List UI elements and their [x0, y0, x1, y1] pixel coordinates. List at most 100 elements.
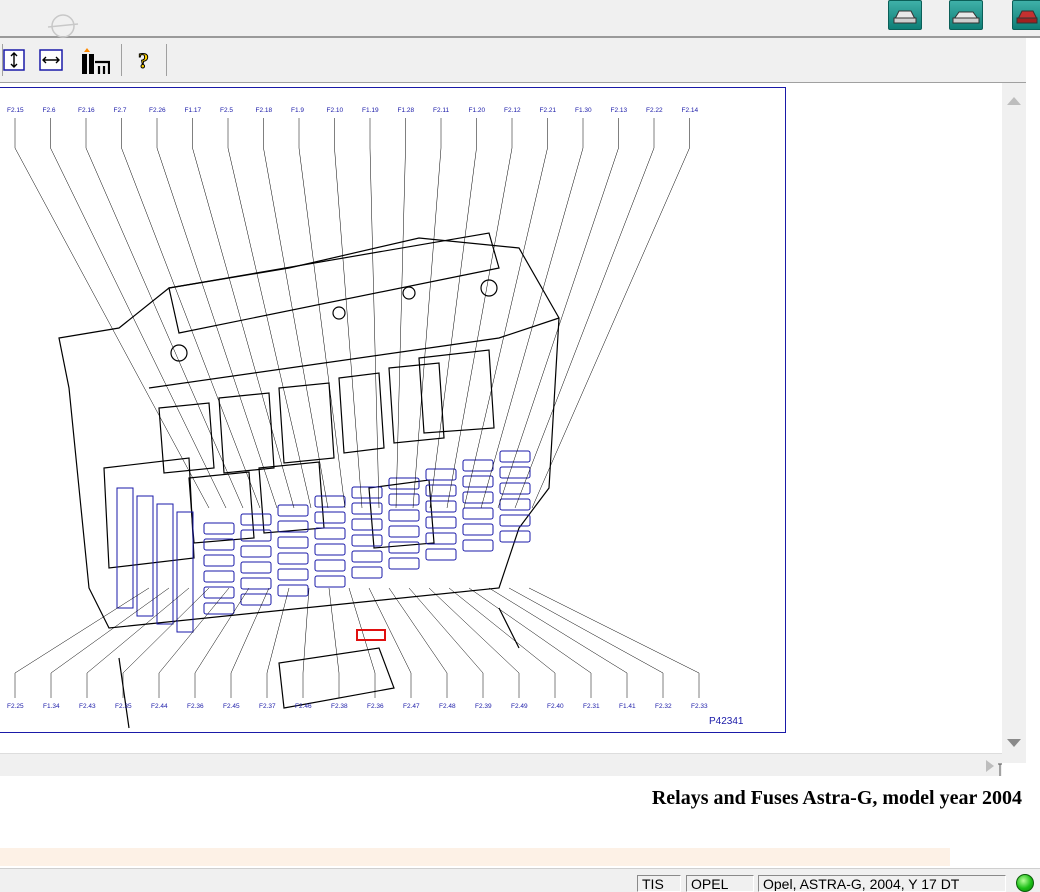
fuse-label-top: F2.13: [611, 107, 628, 114]
car-side-button[interactable]: [949, 0, 983, 30]
fuse-slot[interactable]: [351, 502, 383, 515]
fuse-slot[interactable]: [425, 468, 457, 481]
fuse-label-bottom: F2.43: [79, 703, 96, 710]
fuse-slot[interactable]: [203, 570, 235, 583]
fuse-slot[interactable]: [277, 504, 309, 517]
fuse-slot[interactable]: [351, 534, 383, 547]
fuse-slot[interactable]: [499, 466, 531, 479]
fuse-slot[interactable]: [314, 527, 346, 540]
fuse-slot[interactable]: [314, 575, 346, 588]
callout-line: [86, 587, 190, 674]
fuse-slot[interactable]: [351, 550, 383, 563]
fuse-slot[interactable]: [240, 577, 272, 590]
fuse-slot[interactable]: [277, 536, 309, 549]
fuse-slot[interactable]: [351, 566, 383, 579]
fuse-box-diagram: F2.15 F2.6 F2.16 F2.7 F2.26 F1.17 F2.5 F2.18 F1.…: [7, 107, 744, 729]
fuse-slot[interactable]: [425, 532, 457, 545]
maxi-fuse-slot[interactable]: [116, 487, 134, 609]
fuse-label-top: F1.20: [469, 107, 486, 114]
fuse-slot[interactable]: [462, 507, 494, 520]
callout-line: [388, 587, 448, 674]
fuse-slot[interactable]: [425, 548, 457, 561]
fuse-slot[interactable]: [425, 516, 457, 529]
car-front-icon: [893, 10, 917, 24]
fuse-slot[interactable]: [240, 561, 272, 574]
fuse-slot[interactable]: [314, 543, 346, 556]
fuse-slot[interactable]: [277, 568, 309, 581]
fuse-slot[interactable]: [462, 539, 494, 552]
maxi-fuse-slot[interactable]: [176, 511, 194, 633]
status-brand: OPEL: [686, 875, 754, 892]
callout-line: [194, 587, 250, 674]
fuse-label-top: F1.19: [362, 107, 379, 114]
fuse-label-top: F2.12: [504, 107, 521, 114]
fuse-label-top: F2.21: [540, 107, 557, 114]
fuse-label-top: F2.5: [220, 107, 233, 114]
component-locator-button[interactable]: [78, 48, 111, 74]
fuse-slot[interactable]: [203, 602, 235, 615]
scroll-up-arrow[interactable]: [1007, 97, 1021, 105]
fuse-slot[interactable]: [351, 518, 383, 531]
callout-line: [514, 147, 655, 509]
scroll-down-arrow[interactable]: [1007, 739, 1021, 747]
car-front-button[interactable]: [888, 0, 922, 30]
fuse-label-top: F2.6: [43, 107, 56, 114]
status-vehicle: Opel, ASTRA-G, 2004, Y 17 DT: [758, 875, 1006, 892]
fuse-slot[interactable]: [462, 523, 494, 536]
fuse-label-top: F1.9: [291, 107, 304, 114]
fuse-slot[interactable]: [388, 557, 420, 570]
fuse-label-bottom: F2.25: [7, 703, 24, 710]
fit-height-button[interactable]: [2, 48, 28, 72]
fit-width-button[interactable]: [38, 48, 64, 72]
fuse-slot[interactable]: [277, 584, 309, 597]
fuse-slot[interactable]: [240, 529, 272, 542]
fit-height-icon: [3, 49, 25, 71]
info-strip: [0, 848, 950, 866]
relay-box-housing: [58, 232, 560, 729]
callout-line: [14, 587, 150, 674]
callout-line: [531, 147, 690, 509]
fuse-label-bottom: F2.39: [475, 703, 492, 710]
fuse-label-top: F1.17: [185, 107, 202, 114]
fuse-slot[interactable]: [388, 493, 420, 506]
fuse-slot[interactable]: [499, 514, 531, 527]
maxi-fuse-slot[interactable]: [136, 495, 154, 617]
fuse-slot[interactable]: [203, 522, 235, 535]
maxi-fuse-slot[interactable]: [156, 503, 174, 625]
fuse-label-top: F2.7: [114, 107, 127, 114]
horizontal-scrollbar[interactable]: [0, 753, 1002, 776]
fuse-slot[interactable]: [314, 495, 346, 508]
fuse-slot[interactable]: [388, 541, 420, 554]
callout-line: [50, 147, 227, 509]
callout-line: [158, 587, 230, 674]
fuse-slot[interactable]: [388, 509, 420, 522]
callout-line: [328, 587, 340, 674]
help-button[interactable]: ?: [134, 48, 160, 74]
fuse-slot[interactable]: [203, 554, 235, 567]
callout-line: [85, 147, 244, 509]
car-rear-button[interactable]: [1012, 0, 1040, 30]
fuse-slot[interactable]: [462, 459, 494, 472]
fuse-slot[interactable]: [388, 525, 420, 538]
selected-fuse-highlight[interactable]: [356, 629, 386, 641]
fuse-label-bottom: F2.37: [259, 703, 276, 710]
fuse-slot[interactable]: [240, 545, 272, 558]
component-locator-icon: [82, 48, 111, 74]
connection-status-icon: [1016, 874, 1034, 892]
fuse-slot[interactable]: [240, 513, 272, 526]
callout-line: [448, 587, 556, 674]
toolbar-separator: [166, 44, 167, 76]
fuse-slot[interactable]: [277, 552, 309, 565]
fuse-slot[interactable]: [499, 498, 531, 511]
fuse-slot[interactable]: [351, 486, 383, 499]
vertical-scrollbar[interactable]: [1002, 83, 1026, 763]
fuse-slot[interactable]: [314, 511, 346, 524]
fuse-slot[interactable]: [240, 593, 272, 606]
car-rear-icon: [1016, 10, 1038, 24]
callout-line: [468, 587, 592, 674]
scroll-right-arrow-icon: [986, 760, 1002, 776]
fuse-slot[interactable]: [314, 559, 346, 572]
fuse-label-bottom: F2.47: [403, 703, 420, 710]
callout-lines: [14, 118, 700, 698]
toolbar: ?: [0, 38, 1026, 83]
